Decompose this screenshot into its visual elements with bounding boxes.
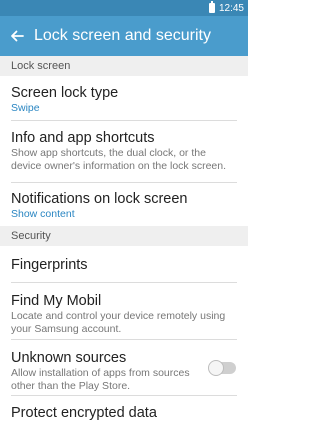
fingerprints-item[interactable]: Fingerprints	[0, 246, 248, 282]
item-title: Unknown sources	[11, 350, 127, 366]
item-description: Allow installation of apps from sources …	[11, 367, 190, 392]
item-title: Find My Mobil	[11, 293, 102, 309]
screen-lock-type-item[interactable]: Screen lock type Swipe	[0, 76, 248, 120]
item-value: Show content	[11, 208, 75, 220]
item-value: Swipe	[11, 102, 40, 114]
notifications-lock-screen-item[interactable]: Notifications on lock screen Show conten…	[0, 183, 248, 226]
status-time: 12:45	[218, 2, 244, 14]
arrow-left-icon[interactable]	[8, 27, 26, 45]
unknown-sources-toggle[interactable]	[208, 360, 236, 376]
section-header-lock-screen: Lock screen	[0, 56, 248, 76]
page-title: Lock screen and security	[34, 27, 211, 44]
status-bar: 12:45	[0, 0, 248, 16]
item-description: Show app shortcuts, the dual clock, or t…	[11, 147, 227, 172]
section-header-security: Security	[0, 226, 248, 246]
item-title: Screen lock type	[11, 85, 119, 101]
item-title: Notifications on lock screen	[11, 191, 188, 207]
item-title: Fingerprints	[11, 257, 88, 273]
toggle-knob	[208, 360, 224, 376]
app-bar: Lock screen and security	[0, 16, 248, 56]
find-my-mobile-item[interactable]: Find My Mobil Locate and control your de…	[0, 283, 248, 339]
unknown-sources-item[interactable]: Unknown sources Allow installation of ap…	[0, 340, 248, 395]
item-title: Protect encrypted data	[11, 405, 157, 421]
battery-icon	[208, 1, 215, 13]
info-app-shortcuts-item[interactable]: Info and app shortcuts Show app shortcut…	[0, 121, 248, 182]
item-description: Locate and control your device remotely …	[11, 310, 226, 335]
protect-encrypted-data-item[interactable]: Protect encrypted data	[0, 396, 248, 426]
item-title: Info and app shortcuts	[11, 130, 155, 146]
